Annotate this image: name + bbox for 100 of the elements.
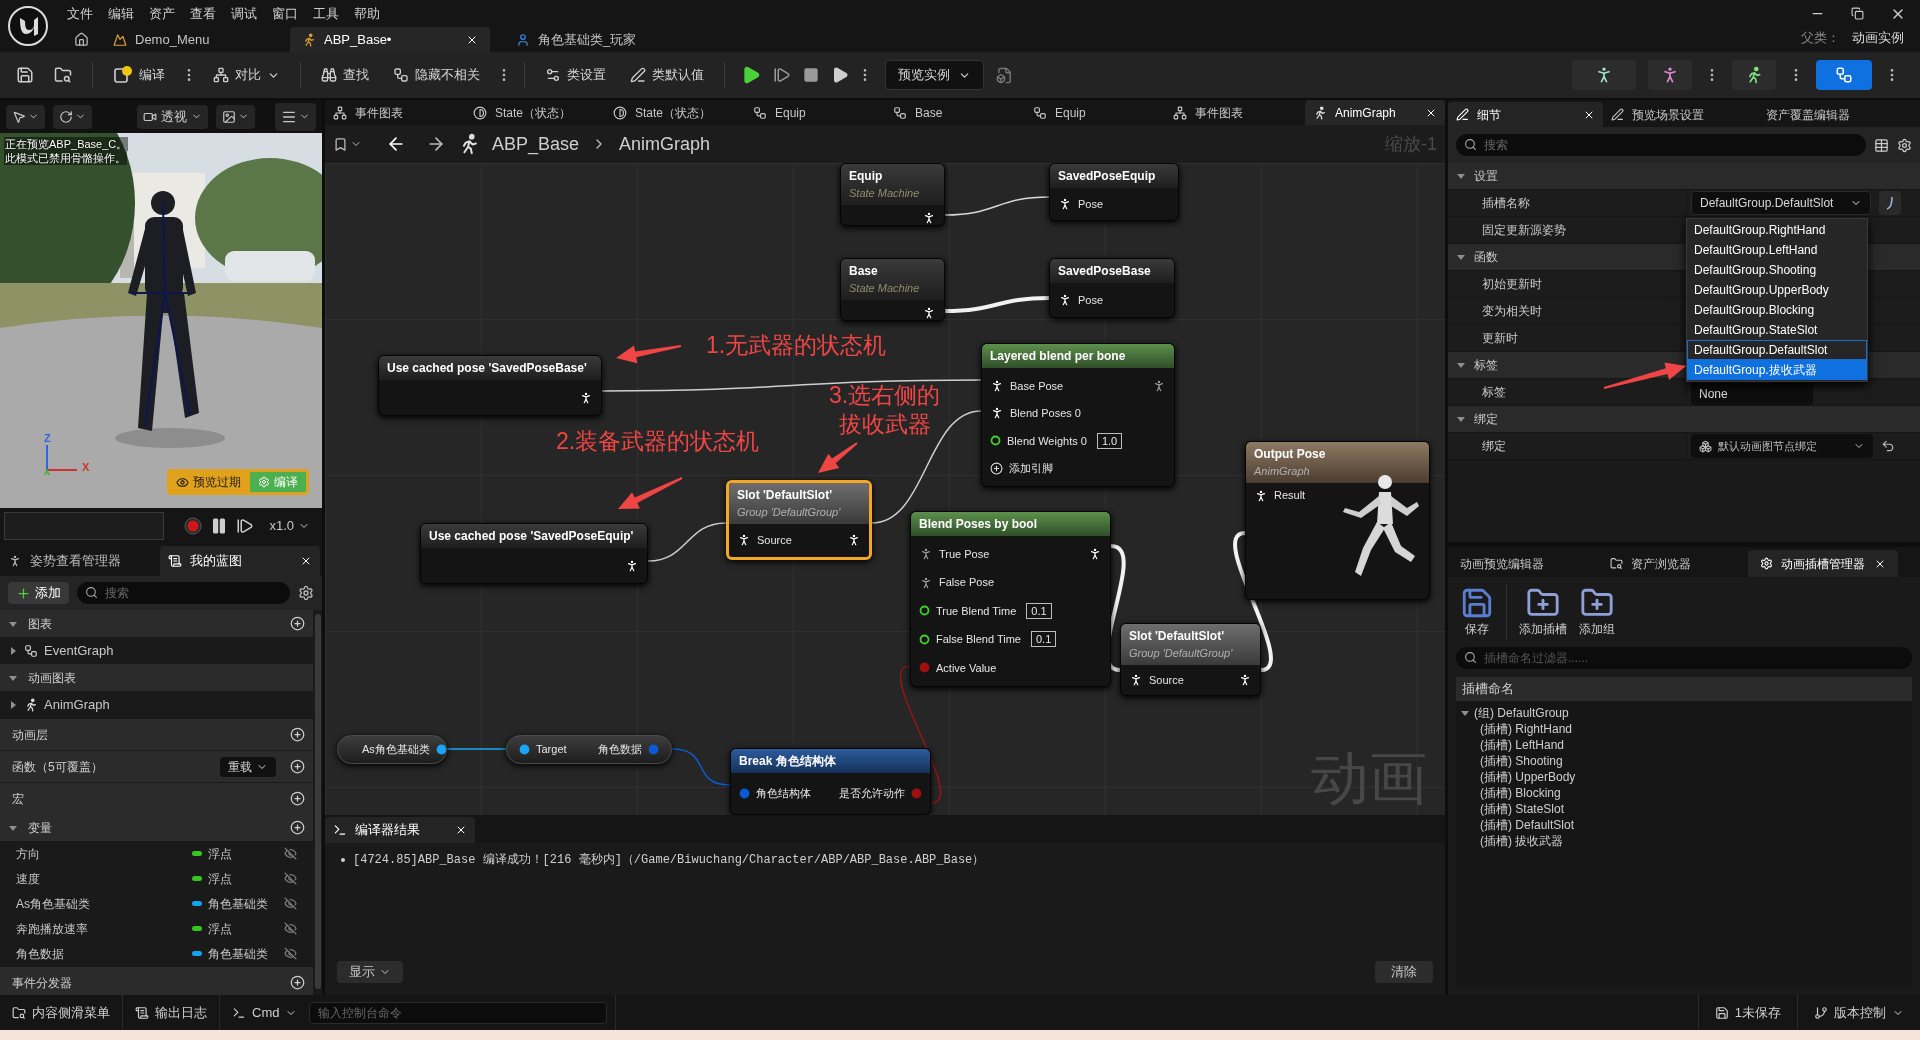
pin-icon[interactable] — [919, 605, 930, 617]
search-field[interactable]: 搜索 — [1456, 134, 1866, 156]
graph-tab[interactable]: State（状态） — [465, 100, 605, 125]
menu-item[interactable]: 调试 — [231, 3, 257, 24]
panel-tab[interactable]: 编译器结果 — [325, 817, 475, 843]
rotate-tool-button[interactable] — [53, 104, 92, 129]
document-tab[interactable]: Demo_Menu — [101, 27, 276, 52]
graph-node[interactable]: Equip State Machine — [840, 163, 945, 226]
expand-arrow-icon[interactable] — [1456, 360, 1466, 370]
menu-item[interactable]: 窗口 — [272, 3, 298, 24]
graph-tab[interactable]: State（状态） — [605, 100, 745, 125]
visibility-icon[interactable] — [284, 847, 297, 860]
tree-item[interactable]: (插槽) StateSlot — [1456, 801, 1912, 817]
play-icon[interactable] — [741, 65, 761, 85]
graph-node[interactable]: Use cached pose 'SavedPoseEquip' — [420, 523, 648, 584]
speed-dropdown[interactable]: x1.0 — [269, 516, 310, 536]
binding-dropdown[interactable]: 默认动画图节点绑定 — [1691, 434, 1873, 458]
reset-icon[interactable] — [1881, 439, 1895, 453]
toolbar-button[interactable]: 保存 — [1456, 586, 1498, 638]
breadcrumb-item[interactable]: ABP_Base — [492, 130, 580, 158]
visibility-icon[interactable] — [284, 922, 297, 935]
menu-item[interactable]: 查看 — [190, 3, 216, 24]
override-dropdown[interactable]: 重载 — [220, 756, 276, 777]
stop-icon[interactable] — [803, 67, 819, 83]
toolbar-button[interactable]: 隐藏不相关 — [385, 60, 488, 90]
expand-arrow-icon[interactable] — [1456, 171, 1466, 181]
graph-tab[interactable]: AnimGraph — [1305, 100, 1445, 125]
toolbar-button[interactable]: 添加组 — [1575, 586, 1619, 638]
console-field[interactable]: 输入控制台命令 — [309, 1001, 608, 1024]
graph-node[interactable]: Slot 'DefaultSlot' Group 'DefaultGroup' Source — [726, 480, 872, 560]
tag-field[interactable]: None — [1691, 383, 1813, 405]
expand-arrow-icon[interactable] — [8, 645, 18, 656]
show-options-button[interactable] — [216, 104, 255, 129]
pose-pin-icon[interactable] — [1254, 488, 1268, 503]
pause-icon[interactable] — [210, 517, 228, 535]
pin-icon[interactable] — [990, 435, 1001, 447]
panel-tab[interactable]: 动画预览编辑器 — [1448, 550, 1598, 577]
dropdown-option[interactable]: DefaultGroup.UpperBody — [1687, 280, 1867, 300]
add-icon[interactable] — [290, 616, 305, 631]
value-field[interactable]: 0.1 — [1026, 602, 1052, 619]
menu-item[interactable]: 资产 — [149, 3, 175, 24]
graph-tab[interactable]: Equip — [745, 100, 885, 125]
dropdown-option[interactable]: DefaultGroup.RightHand — [1687, 220, 1867, 240]
variable-node[interactable]: As角色基础类 — [337, 735, 447, 764]
pose-pin-icon[interactable] — [1129, 672, 1143, 687]
graph-node[interactable]: Use cached pose 'SavedPoseBase' — [378, 355, 602, 416]
pose-pin-icon[interactable] — [579, 390, 593, 405]
breadcrumb-item[interactable]: AnimGraph — [619, 130, 711, 158]
toolbar-button[interactable]: 对比 — [205, 60, 288, 90]
pose-pin-icon[interactable] — [919, 575, 933, 590]
add-icon[interactable] — [290, 759, 305, 774]
menu-item[interactable]: 文件 — [67, 3, 93, 24]
panel-tab[interactable]: 预览场景设置 — [1603, 102, 1758, 127]
viewport-menu-button[interactable] — [275, 102, 316, 131]
add-icon[interactable] — [290, 975, 305, 990]
visibility-icon[interactable] — [284, 872, 297, 885]
step-icon[interactable] — [773, 66, 791, 84]
menu-item[interactable]: 工具 — [313, 3, 339, 24]
document-tab[interactable]: 角色基础类_玩家 — [504, 27, 679, 52]
expand-arrow-icon[interactable] — [1460, 708, 1470, 718]
view-mode-dropdown[interactable]: 透视 — [137, 104, 208, 129]
pose-pin-icon[interactable] — [1088, 547, 1102, 562]
category-header[interactable]: 宏 — [0, 783, 313, 814]
pose-pin-icon[interactable] — [990, 406, 1004, 421]
pin-icon[interactable] — [435, 744, 446, 755]
tree-item[interactable]: (插槽) Shooting — [1456, 753, 1912, 769]
expand-arrow-icon[interactable] — [8, 699, 18, 710]
tree-item[interactable]: (插槽) UpperBody — [1456, 769, 1912, 785]
section-header[interactable]: 动画图表 — [0, 664, 313, 691]
graph-node[interactable]: Base State Machine — [840, 258, 945, 321]
graph-node[interactable]: SavedPoseEquip Pose — [1049, 163, 1179, 221]
preview-expired-button[interactable]: 预览过期 — [170, 472, 247, 492]
category-header[interactable]: 事件分发器 — [0, 967, 313, 995]
menu-item[interactable]: 编辑 — [108, 3, 134, 24]
section-header[interactable]: 设置 — [1448, 163, 1920, 190]
expand-arrow-icon[interactable] — [1456, 252, 1466, 262]
settings-icon[interactable] — [1897, 137, 1912, 153]
graph-node[interactable]: Blend Poses by bool True Pose False Pose True Blend Time 0.1 False Blend Time 0.1 Active Value — [910, 511, 1111, 687]
mesh-mode-button[interactable] — [1648, 60, 1692, 90]
graph-tab[interactable]: 事件图表 — [1165, 100, 1305, 125]
add-button[interactable]: 添加 — [8, 582, 69, 604]
visibility-icon[interactable] — [284, 897, 297, 910]
document-tab[interactable]: ABP_Base• — [290, 27, 490, 52]
value-field[interactable]: 1.0 — [1096, 432, 1123, 449]
cmd-dropdown[interactable]: Cmd — [220, 995, 310, 1030]
animation-mode-button[interactable] — [1732, 60, 1776, 90]
pose-pin-icon[interactable] — [1152, 378, 1166, 393]
show-dropdown[interactable]: 显示 — [337, 961, 403, 983]
panel-tab[interactable]: 资产覆盖编辑器 — [1758, 102, 1913, 127]
pose-pin-icon[interactable] — [919, 547, 933, 562]
filter-field[interactable]: 插槽命名过滤器...... — [1456, 647, 1912, 669]
toolbar-button[interactable]: 类默认值 — [622, 60, 712, 90]
pose-pin-icon[interactable] — [922, 210, 936, 225]
bookmark-button[interactable] — [333, 136, 362, 152]
add-icon[interactable] — [290, 791, 305, 806]
pose-pin-icon[interactable] — [737, 533, 751, 548]
tree-item[interactable]: (插槽) LeftHand — [1456, 737, 1912, 753]
panel-tab[interactable]: 资产浏览器 — [1598, 550, 1748, 577]
dropdown-option[interactable]: DefaultGroup.Blocking — [1687, 300, 1867, 320]
close-icon[interactable] — [455, 824, 467, 836]
